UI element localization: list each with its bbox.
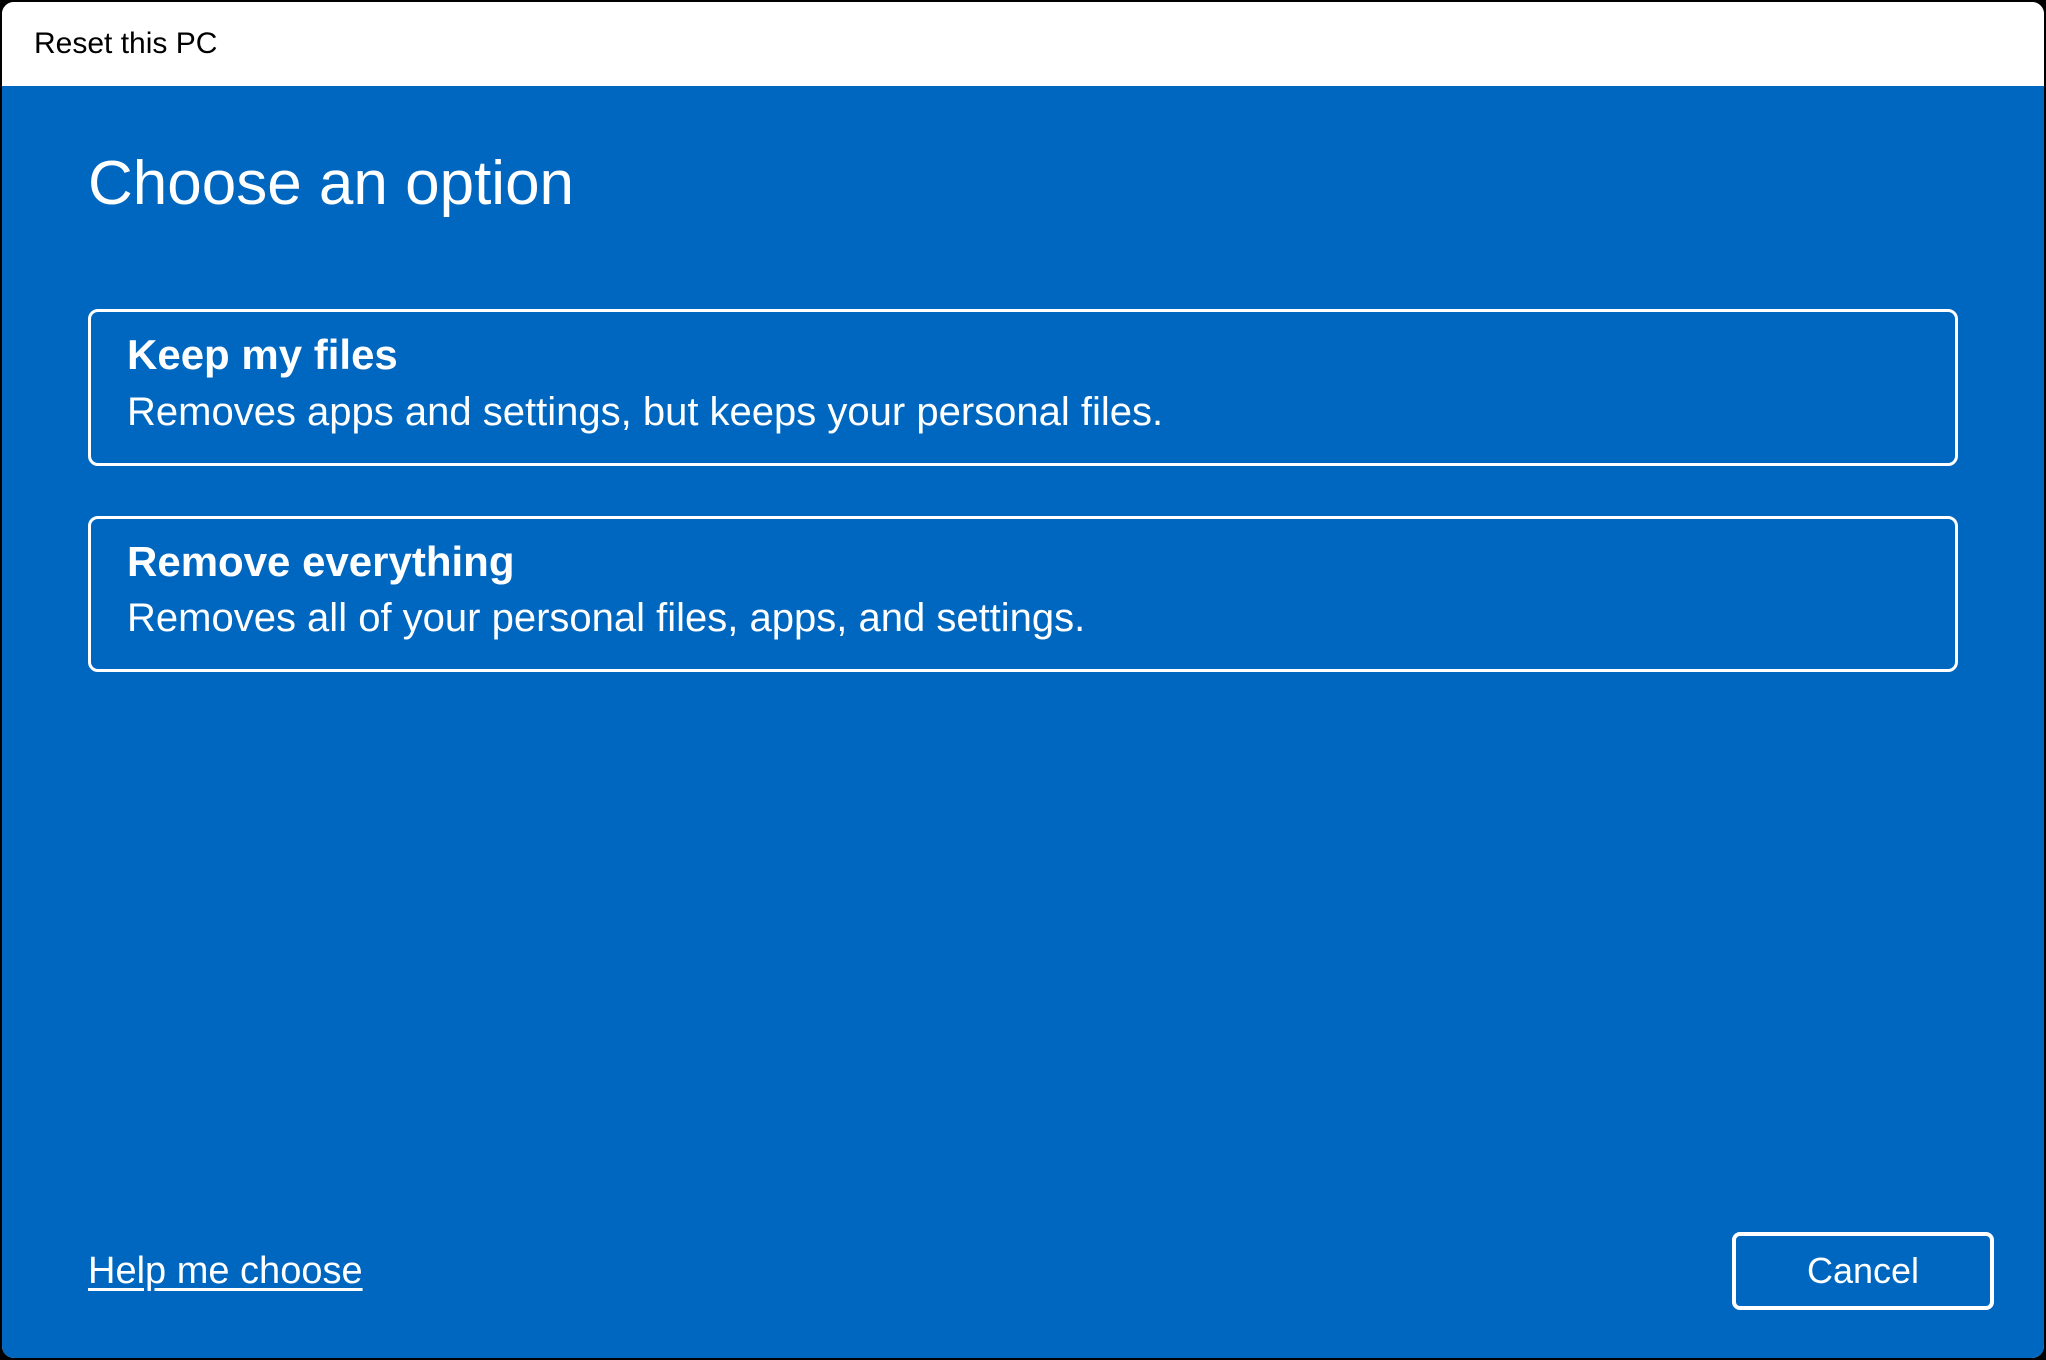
option-keep-my-files[interactable]: Keep my files Removes apps and settings,… bbox=[88, 309, 1958, 466]
option-description: Removes apps and settings, but keeps you… bbox=[127, 385, 1919, 439]
window-title: Reset this PC bbox=[34, 27, 217, 61]
option-list: Keep my files Removes apps and settings,… bbox=[88, 309, 1958, 672]
window-title-bar: Reset this PC bbox=[2, 2, 2044, 86]
option-title: Remove everything bbox=[127, 535, 1919, 590]
page-title: Choose an option bbox=[88, 148, 1958, 219]
cancel-button[interactable]: Cancel bbox=[1732, 1232, 1994, 1310]
dialog-content: Choose an option Keep my files Removes a… bbox=[2, 86, 2044, 1358]
option-description: Removes all of your personal files, apps… bbox=[127, 591, 1919, 645]
option-remove-everything[interactable]: Remove everything Removes all of your pe… bbox=[88, 516, 1958, 673]
option-title: Keep my files bbox=[127, 328, 1919, 383]
dialog-footer: Help me choose Cancel bbox=[88, 1232, 1994, 1310]
reset-pc-dialog: Reset this PC Choose an option Keep my f… bbox=[0, 0, 2046, 1360]
help-me-choose-link[interactable]: Help me choose bbox=[88, 1250, 363, 1293]
